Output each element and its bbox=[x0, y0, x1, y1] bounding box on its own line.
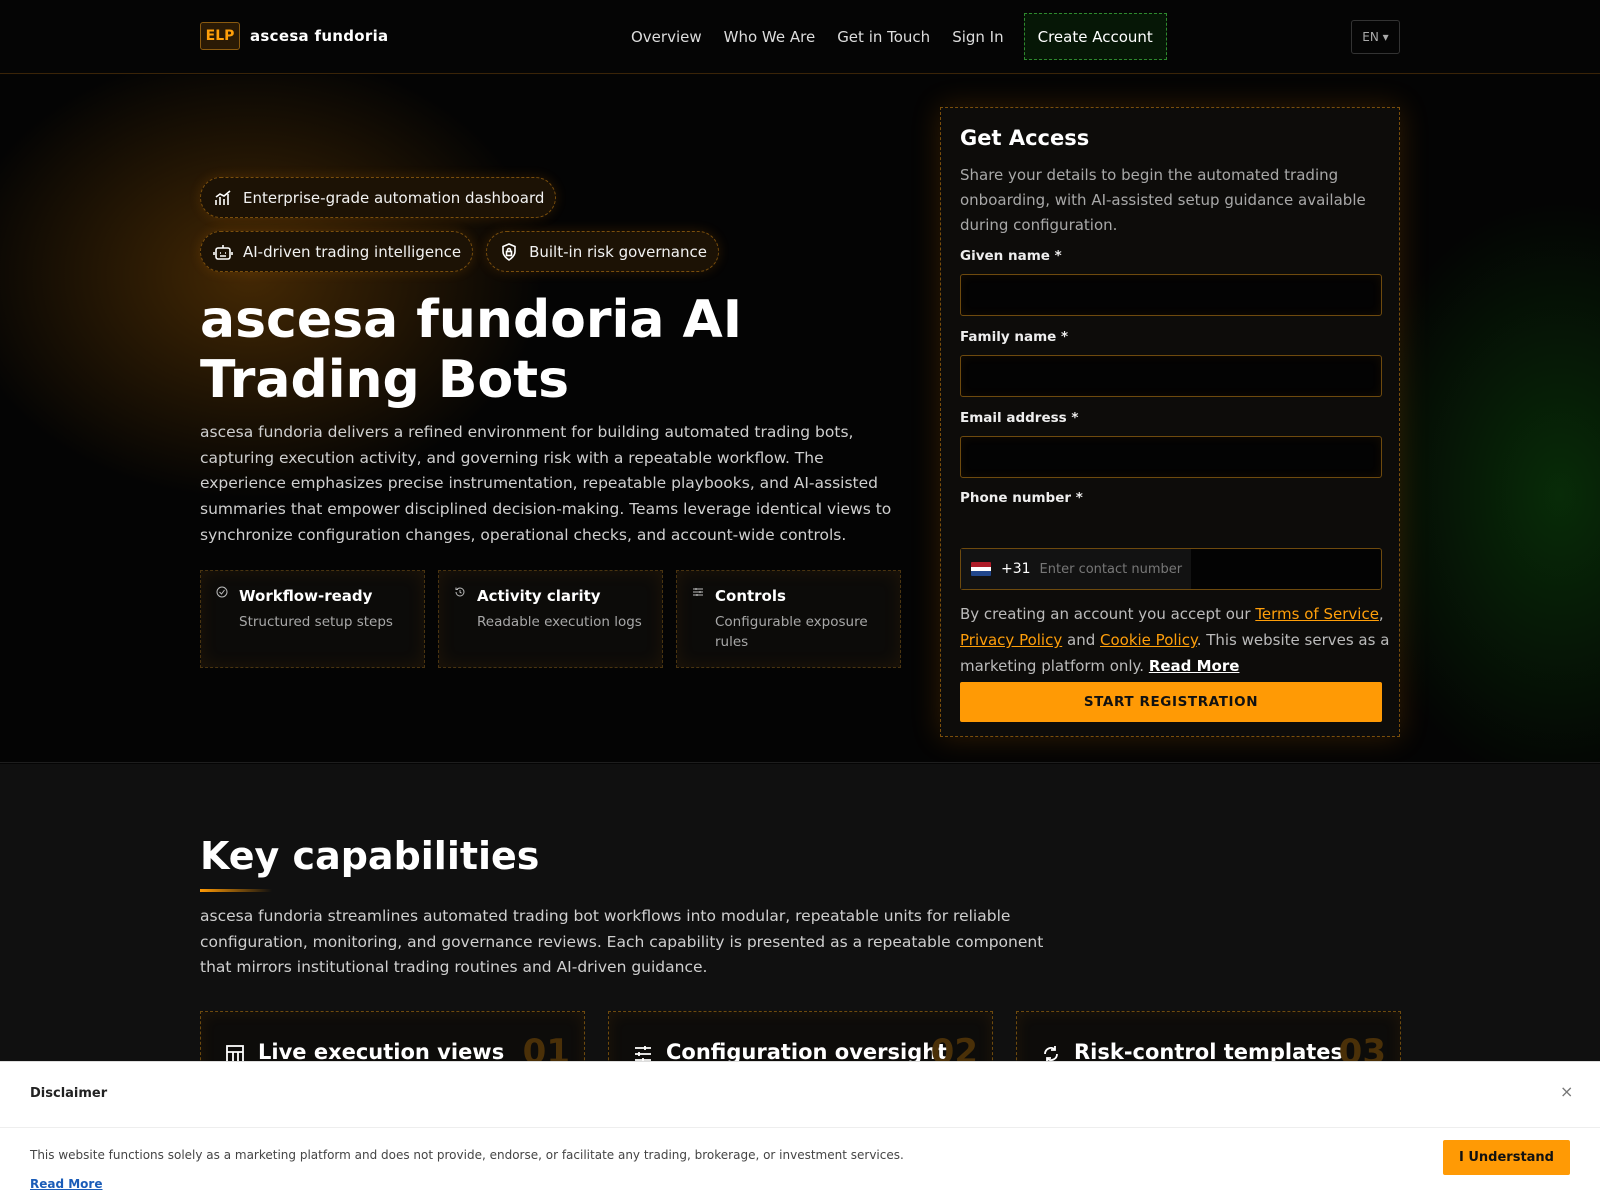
nav-overview[interactable]: Overview bbox=[631, 28, 702, 46]
email-input[interactable] bbox=[960, 436, 1382, 478]
feature-activity-clarity: Activity clarity Readable execution logs bbox=[438, 570, 663, 668]
logo[interactable]: ELP ascesa fundoria bbox=[200, 22, 388, 50]
language-selector[interactable]: EN ▾ bbox=[1351, 20, 1400, 54]
disclaimer-read-more-link[interactable]: Read More bbox=[30, 1177, 103, 1191]
read-more-link[interactable]: Read More bbox=[1149, 657, 1240, 675]
email-label: Email address * bbox=[960, 410, 1079, 426]
create-account-button[interactable]: Create Account bbox=[1023, 13, 1167, 60]
pill-label: Enterprise-grade automation dashboard bbox=[243, 188, 545, 207]
consent-comma: , bbox=[1378, 605, 1384, 623]
registration-card: Get Access Share your details to begin t… bbox=[940, 107, 1400, 737]
hero-title: ascesa fundoria AI Trading Bots bbox=[200, 290, 743, 410]
consent-prefix: By creating an account you accept our bbox=[960, 605, 1256, 623]
disclaimer-title: Disclaimer bbox=[30, 1086, 108, 1101]
given-name-input[interactable] bbox=[960, 274, 1382, 316]
form-title: Get Access bbox=[960, 126, 1090, 150]
robot-icon bbox=[213, 244, 233, 260]
brand-name: ascesa fundoria bbox=[250, 27, 389, 45]
form-intro: Share your details to begin the automate… bbox=[960, 166, 1366, 234]
hero-pills: Enterprise-grade automation dashboard AI… bbox=[200, 177, 840, 272]
pill-label: Built-in risk governance bbox=[529, 242, 707, 261]
feature-controls: Controls Configurable exposure rules bbox=[676, 570, 901, 668]
family-name-input[interactable] bbox=[960, 355, 1382, 397]
consent-text: By creating an account you accept our Te… bbox=[960, 601, 1390, 679]
feature-title: Controls bbox=[715, 587, 786, 605]
feature-title: Activity clarity bbox=[477, 587, 601, 605]
phone-input[interactable] bbox=[1039, 561, 1190, 577]
divider bbox=[0, 1127, 1600, 1128]
main-nav: Overview Who We Are Get in Touch Sign In… bbox=[631, 13, 1189, 60]
logo-badge: ELP bbox=[200, 22, 240, 50]
phone-inner: +31 bbox=[961, 549, 1191, 589]
site-header: ELP ascesa fundoria Overview Who We Are … bbox=[0, 0, 1600, 74]
pill-label: AI-driven trading intelligence bbox=[243, 242, 462, 261]
nav-sign-in[interactable]: Sign In bbox=[952, 28, 1003, 46]
feature-workflow-ready: Workflow-ready Structured setup steps bbox=[200, 570, 425, 668]
pill-risk-governance: Built-in risk governance bbox=[486, 231, 719, 272]
chart-icon bbox=[215, 189, 231, 205]
capabilities-title: Key capabilities bbox=[200, 834, 540, 878]
history-icon bbox=[455, 587, 465, 597]
nav-get-in-touch[interactable]: Get in Touch bbox=[837, 28, 930, 46]
check-circle-icon bbox=[216, 586, 228, 598]
pill-automation-dashboard: Enterprise-grade automation dashboard bbox=[200, 177, 557, 218]
pill-ai-intelligence: AI-driven trading intelligence bbox=[200, 231, 474, 272]
i-understand-button[interactable]: I Understand bbox=[1443, 1140, 1570, 1175]
close-icon[interactable]: × bbox=[1560, 1082, 1573, 1101]
privacy-link[interactable]: Privacy Policy bbox=[960, 631, 1062, 649]
disclaimer-banner: Disclaimer × This website functions sole… bbox=[0, 1061, 1600, 1200]
capabilities-description: ascesa fundoria streamlines automated tr… bbox=[200, 907, 1044, 976]
cookie-link[interactable]: Cookie Policy bbox=[1100, 631, 1197, 649]
phone-label: Phone number * bbox=[960, 490, 1083, 506]
hero-description: ascesa fundoria delivers a refined envir… bbox=[200, 423, 892, 544]
start-registration-button[interactable]: START REGISTRATION bbox=[960, 682, 1382, 722]
family-name-label: Family name * bbox=[960, 329, 1069, 345]
title-underline bbox=[200, 889, 272, 892]
consent-and: and bbox=[1062, 631, 1100, 649]
sliders-icon bbox=[693, 588, 703, 596]
disclaimer-text: This website functions solely as a marke… bbox=[30, 1148, 904, 1162]
shield-lock-icon bbox=[502, 242, 516, 261]
feature-subtitle: Configurable exposure rules bbox=[715, 614, 868, 650]
phone-country-code[interactable]: +31 bbox=[1001, 561, 1031, 577]
feature-subtitle: Readable execution logs bbox=[477, 614, 642, 630]
terms-link[interactable]: Terms of Service bbox=[1255, 605, 1379, 623]
feature-title: Workflow-ready bbox=[239, 587, 373, 605]
nav-who-we-are[interactable]: Who We Are bbox=[724, 28, 816, 46]
hero-section: Enterprise-grade automation dashboard AI… bbox=[0, 75, 1600, 763]
given-name-label: Given name * bbox=[960, 248, 1062, 264]
phone-field: +31 bbox=[960, 548, 1382, 590]
netherlands-flag-icon[interactable] bbox=[971, 562, 991, 576]
feature-subtitle: Structured setup steps bbox=[239, 614, 393, 630]
